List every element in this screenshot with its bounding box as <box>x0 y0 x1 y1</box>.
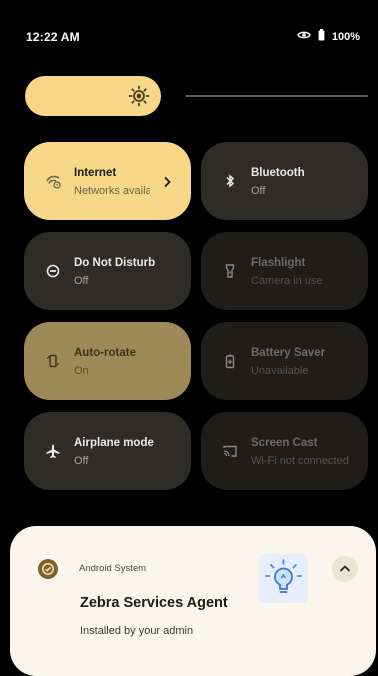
tile-flashlight[interactable]: Flashlight Camera in use <box>201 232 368 310</box>
notification-title: Zebra Services Agent <box>80 595 228 611</box>
airplane-icon <box>45 443 61 459</box>
tile-flashlight-subtitle: Camera in use <box>251 275 323 287</box>
android-system-icon <box>38 559 58 579</box>
tile-battery-saver[interactable]: Battery Saver Unavailable <box>201 322 368 400</box>
tile-do-not-disturb[interactable]: Do Not Disturb Off <box>24 232 191 310</box>
tile-do-not-disturb-title: Do Not Disturb <box>74 257 156 269</box>
tile-bluetooth-title: Bluetooth <box>251 167 305 179</box>
brightness-slider[interactable] <box>25 76 368 116</box>
battery-percent: 100% <box>331 30 360 43</box>
tile-internet-subtitle: Networks available <box>74 185 150 197</box>
tile-bluetooth[interactable]: Bluetooth Off <box>201 142 368 220</box>
notification-card[interactable]: Android System Zebra Services Agent Inst… <box>10 526 376 676</box>
do-not-disturb-icon <box>45 263 61 279</box>
flashlight-icon <box>222 263 238 279</box>
battery-icon <box>318 29 325 44</box>
tile-airplane-mode-subtitle: Off <box>74 455 89 467</box>
expand-notification-button[interactable] <box>332 556 358 582</box>
cast-icon <box>222 443 238 459</box>
notification-app-name: Android System <box>79 563 147 574</box>
wifi-icon <box>45 173 61 189</box>
bluetooth-icon <box>222 173 238 189</box>
auto-rotate-icon <box>45 353 61 369</box>
notification-text: Installed by your admin <box>80 625 194 637</box>
status-icons: 100% <box>297 29 360 44</box>
tile-airplane-mode-title: Airplane mode <box>74 437 154 449</box>
tile-auto-rotate-subtitle: On <box>74 365 89 377</box>
brightness-slider-track[interactable] <box>185 95 368 97</box>
status-bar: 12:22 AM 100% <box>0 0 378 70</box>
lightbulb-icon <box>259 554 308 603</box>
tile-screen-cast-subtitle: Wi-Fi not connected <box>251 455 349 467</box>
tile-screen-cast[interactable]: Screen Cast Wi-Fi not connected <box>201 412 368 490</box>
tile-bluetooth-subtitle: Off <box>251 185 266 197</box>
tile-auto-rotate[interactable]: Auto-rotate On <box>24 322 191 400</box>
tile-auto-rotate-title: Auto-rotate <box>74 347 136 359</box>
battery-saver-icon <box>222 353 238 369</box>
eye-icon <box>297 30 311 43</box>
tile-flashlight-title: Flashlight <box>251 257 306 269</box>
brightness-icon <box>128 85 150 112</box>
tile-battery-saver-subtitle: Unavailable <box>251 365 309 377</box>
tile-screen-cast-title: Screen Cast <box>251 437 318 449</box>
tile-airplane-mode[interactable]: Airplane mode Off <box>24 412 191 490</box>
clock: 12:22 AM <box>26 30 80 44</box>
chevron-right-icon[interactable] <box>163 175 171 193</box>
tile-do-not-disturb-subtitle: Off <box>74 275 89 287</box>
tile-battery-saver-title: Battery Saver <box>251 347 326 359</box>
tile-internet[interactable]: Internet Networks available <box>24 142 191 220</box>
